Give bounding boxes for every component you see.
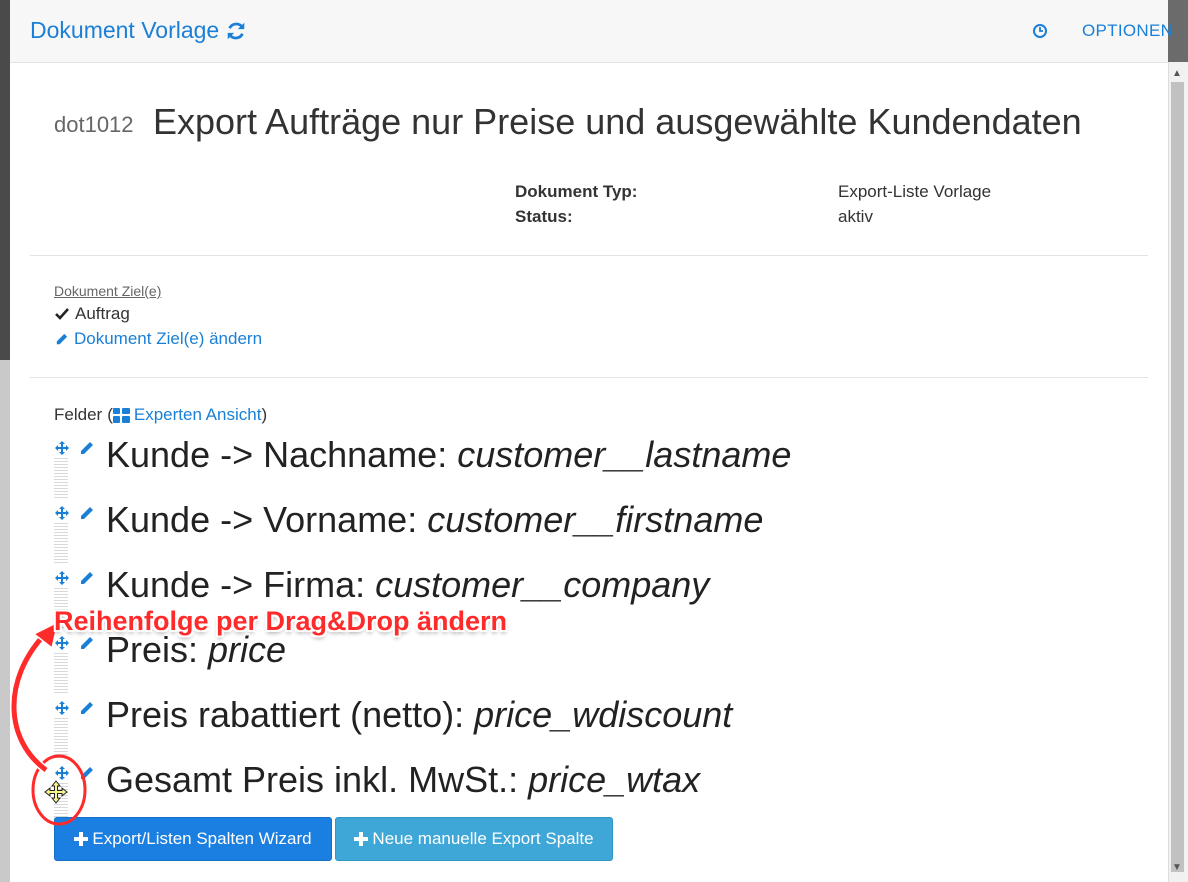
plus-icon (354, 832, 369, 846)
document-template-modal: Dokument Vorlage OPTIONEN dot1012 Export… (10, 0, 1173, 882)
field-name: Kunde -> Nachname: (106, 434, 458, 475)
field-key: price_wtax (528, 759, 701, 800)
clock-icon[interactable] (1032, 23, 1048, 39)
check-icon (55, 308, 69, 320)
field-label: Kunde -> Nachname: customer__lastname (106, 434, 791, 476)
fields-heading: Felder ( Experten Ansicht ) (54, 405, 267, 425)
field-label: Kunde -> Firma: customer__company (106, 564, 709, 606)
pencil-icon[interactable] (79, 505, 95, 521)
field-key: customer__firstname (427, 499, 764, 540)
pencil-icon[interactable] (79, 700, 95, 716)
grid-icon (112, 407, 130, 423)
field-name: Kunde -> Firma: (106, 564, 376, 605)
divider (30, 255, 1148, 256)
options-button[interactable]: OPTIONEN (1082, 21, 1173, 41)
modal-header: Dokument Vorlage OPTIONEN (10, 0, 1173, 63)
background-panel-lower (0, 360, 10, 882)
meta-value-type: Export-Liste Vorlage (838, 182, 992, 201)
field-label: Gesamt Preis inkl. MwSt.: price_wtax (106, 759, 700, 801)
move-icon[interactable] (54, 505, 70, 521)
page-title: Export Aufträge nur Preise und ausgewähl… (153, 101, 1082, 142)
field-key: customer__lastname (457, 434, 792, 475)
pencil-icon[interactable] (79, 440, 95, 456)
field-name: Preis rabattiert (netto): (106, 694, 475, 735)
add-manual-column-label: Neue manuelle Export Spalte (372, 829, 594, 848)
expert-view-label: Experten Ansicht (133, 405, 262, 424)
change-targets-label: Dokument Ziel(e) ändern (74, 329, 263, 348)
pencil-icon[interactable] (79, 570, 95, 586)
move-icon[interactable] (54, 635, 70, 651)
background-panel (0, 0, 10, 360)
field-name: Kunde -> Vorname: (106, 499, 428, 540)
expert-view-link[interactable]: Experten Ansicht (112, 405, 262, 425)
export-wizard-button[interactable]: Export/Listen Spalten Wizard (54, 817, 332, 861)
document-id: dot1012 (54, 112, 134, 137)
modal-title-text: Dokument Vorlage (30, 17, 220, 43)
modal-title[interactable]: Dokument Vorlage (30, 17, 247, 44)
targets-label[interactable]: Dokument Ziel(e) (54, 283, 161, 299)
meta-label-status: Status: (515, 207, 573, 226)
field-label: Preis rabattiert (netto): price_wdiscoun… (106, 694, 732, 736)
move-icon[interactable] (54, 700, 70, 716)
fields-heading-label: Felder (54, 405, 103, 424)
add-manual-column-button[interactable]: Neue manuelle Export Spalte (335, 817, 613, 861)
move-cursor-icon (44, 780, 68, 804)
refresh-icon[interactable] (225, 20, 247, 42)
move-icon[interactable] (54, 765, 70, 781)
field-key: customer__company (375, 564, 710, 605)
plus-icon (74, 832, 89, 846)
scroll-down-arrow-icon[interactable]: ▼ (1172, 862, 1182, 873)
fields-close-paren: ) (261, 405, 268, 424)
meta-value-status: aktiv (838, 207, 873, 226)
pencil-icon[interactable] (79, 765, 95, 781)
move-icon[interactable] (54, 570, 70, 586)
meta-label-type: Dokument Typ: (515, 182, 638, 201)
pencil-icon (56, 333, 68, 344)
annotation-label: Reihenfolge per Drag&Drop ändern (54, 606, 508, 636)
pencil-icon[interactable] (79, 635, 95, 651)
move-icon[interactable] (54, 440, 70, 456)
field-label: Kunde -> Vorname: customer__firstname (106, 499, 763, 541)
field-name: Gesamt Preis inkl. MwSt.: (106, 759, 529, 800)
target-item: Auftrag (54, 304, 130, 324)
scrollbar-thumb[interactable] (1171, 82, 1184, 872)
export-wizard-label: Export/Listen Spalten Wizard (92, 829, 312, 848)
scroll-up-arrow-icon[interactable]: ▲ (1172, 68, 1182, 79)
divider (30, 377, 1148, 378)
target-item-label: Auftrag (75, 304, 130, 323)
field-key: price_wdiscount (474, 694, 733, 735)
change-targets-link[interactable]: Dokument Ziel(e) ändern (54, 329, 262, 349)
